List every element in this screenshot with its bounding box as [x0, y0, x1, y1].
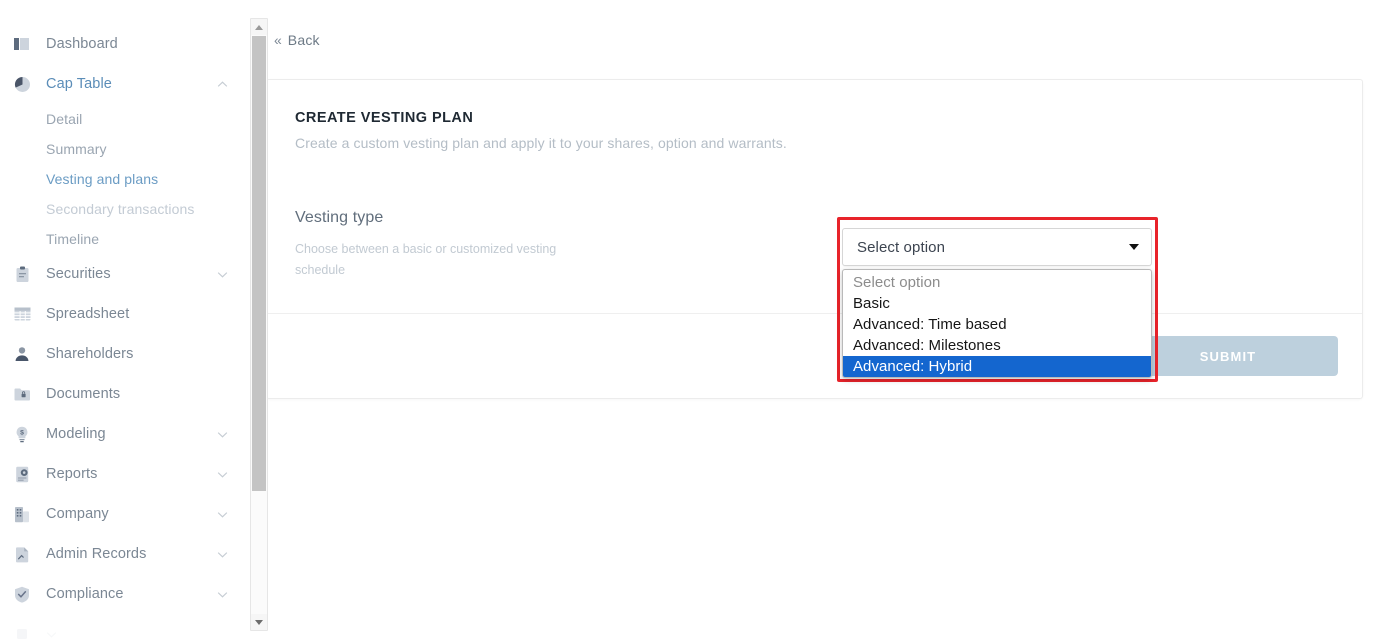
page-subtitle: Create a custom vesting plan and apply i…: [295, 135, 787, 151]
sidebar-item-label: Modeling: [46, 426, 106, 442]
sidebar: Dashboard Cap Table Detail Summary Vesti…: [0, 0, 246, 639]
vesting-type-field-labels: Vesting type Choose between a basic or c…: [295, 207, 595, 280]
chevron-down-icon: [217, 509, 228, 520]
sidebar-subitem-summary[interactable]: Summary: [0, 134, 246, 164]
table-grid-icon: [12, 304, 32, 324]
sidebar-subitem-secondary-transactions[interactable]: Secondary transactions: [0, 194, 246, 224]
shield-check-icon: [12, 584, 32, 604]
vesting-type-option-select-option[interactable]: Select option: [843, 272, 1151, 293]
create-vesting-plan-card: CREATE VESTING PLAN Create a custom vest…: [266, 79, 1363, 399]
card-footer: Total percent: 0% SUBMIT: [267, 313, 1362, 398]
sidebar-subitem-detail[interactable]: Detail: [0, 104, 246, 134]
sidebar-item-modeling[interactable]: $ Modeling: [0, 414, 246, 454]
person-icon: [12, 344, 32, 364]
chevron-down-icon: [217, 469, 228, 480]
vesting-type-option-advanced-milestones[interactable]: Advanced: Milestones: [843, 335, 1151, 356]
sidebar-item-compliance[interactable]: Compliance: [0, 574, 246, 614]
vesting-type-label: Vesting type: [295, 209, 384, 226]
scroll-down-arrow-icon[interactable]: [251, 614, 267, 630]
sidebar-item-spreadsheet[interactable]: Spreadsheet: [0, 294, 246, 334]
sidebar-subitem-label: Detail: [46, 111, 83, 127]
sidebar-item-label: Company: [46, 506, 109, 522]
vesting-type-help-text: Choose between a basic or customized ves…: [295, 242, 557, 277]
bar-chart-icon: [12, 34, 32, 54]
main-content: « Back CREATE VESTING PLAN Create a cust…: [246, 0, 1375, 639]
sidebar-item-label: Compliance: [46, 586, 124, 602]
sidebar-item-label: Securities: [46, 266, 111, 282]
sidebar-item-label: Dashboard: [46, 36, 118, 52]
sidebar-item-company[interactable]: Company: [0, 494, 246, 534]
vesting-type-option-advanced-time-based[interactable]: Advanced: Time based: [843, 314, 1151, 335]
sidebar-item-label: Cap Table: [46, 76, 112, 92]
lightbulb-dollar-icon: $: [12, 424, 32, 444]
pie-chart-icon: [12, 74, 32, 94]
vesting-type-select-control[interactable]: Select option: [842, 228, 1152, 266]
sidebar-item-label: Documents: [46, 386, 121, 402]
vesting-type-option-list[interactable]: Select option Basic Advanced: Time based…: [842, 269, 1152, 378]
vesting-type-option-basic[interactable]: Basic: [843, 293, 1151, 314]
sidebar-item-label: Spreadsheet: [46, 306, 130, 322]
report-chart-icon: [12, 464, 32, 484]
sidebar-item-partial-below-fold[interactable]: [0, 614, 246, 639]
sidebar-item-label: Shareholders: [46, 346, 134, 362]
back-chevron-icon: «: [274, 32, 282, 48]
sidebar-subitem-label: Vesting and plans: [46, 171, 159, 187]
vesting-type-field-control-slot: [595, 207, 1334, 209]
scroll-up-arrow-icon[interactable]: [251, 19, 267, 35]
chevron-up-icon: [217, 79, 228, 90]
sidebar-subitem-label: Timeline: [46, 231, 100, 247]
sidebar-item-securities[interactable]: Securities: [0, 254, 246, 294]
sidebar-subitem-label: Summary: [46, 141, 107, 157]
vesting-type-field-row: Vesting type Choose between a basic or c…: [267, 181, 1362, 313]
chevron-down-icon: [217, 429, 228, 440]
sidebar-item-cap-table[interactable]: Cap Table: [0, 64, 246, 104]
scrollbar-thumb[interactable]: [252, 36, 266, 491]
admin-document-icon: [12, 544, 32, 564]
chevron-down-icon: [217, 549, 228, 560]
sidebar-item-label: Reports: [46, 466, 98, 482]
svg-text:$: $: [20, 429, 24, 436]
page-title: CREATE VESTING PLAN: [295, 110, 474, 126]
vesting-type-option-advanced-hybrid[interactable]: Advanced: Hybrid: [843, 356, 1151, 377]
back-label: Back: [287, 32, 320, 48]
sidebar-item-reports[interactable]: Reports: [0, 454, 246, 494]
sidebar-item-dashboard[interactable]: Dashboard: [0, 24, 246, 64]
locked-folder-icon: [12, 384, 32, 404]
chevron-down-icon: [217, 269, 228, 280]
app-root: Dashboard Cap Table Detail Summary Vesti…: [0, 0, 1375, 639]
content-scrollbar[interactable]: [250, 18, 268, 631]
building-icon: [12, 504, 32, 524]
chevron-down-icon: [1129, 244, 1139, 250]
sidebar-item-shareholders[interactable]: Shareholders: [0, 334, 246, 374]
partial-icon: [12, 624, 32, 639]
sidebar-item-admin-records[interactable]: Admin Records: [0, 534, 246, 574]
sidebar-subitem-timeline[interactable]: Timeline: [0, 224, 246, 254]
card-header-section: CREATE VESTING PLAN Create a custom vest…: [267, 80, 1362, 181]
clipboard-icon: [12, 264, 32, 284]
vesting-type-selected-value: Select option: [857, 238, 946, 256]
chevron-down-icon: [46, 629, 57, 639]
sidebar-subitem-vesting-and-plans[interactable]: Vesting and plans: [0, 164, 246, 194]
sidebar-item-documents[interactable]: Documents: [0, 374, 246, 414]
sidebar-subitem-label: Secondary transactions: [46, 201, 195, 217]
back-link[interactable]: « Back: [274, 32, 320, 48]
sidebar-item-label: Admin Records: [46, 546, 147, 562]
vesting-type-select[interactable]: Select option Select option Basic Advanc…: [842, 228, 1152, 378]
chevron-down-icon: [217, 589, 228, 600]
